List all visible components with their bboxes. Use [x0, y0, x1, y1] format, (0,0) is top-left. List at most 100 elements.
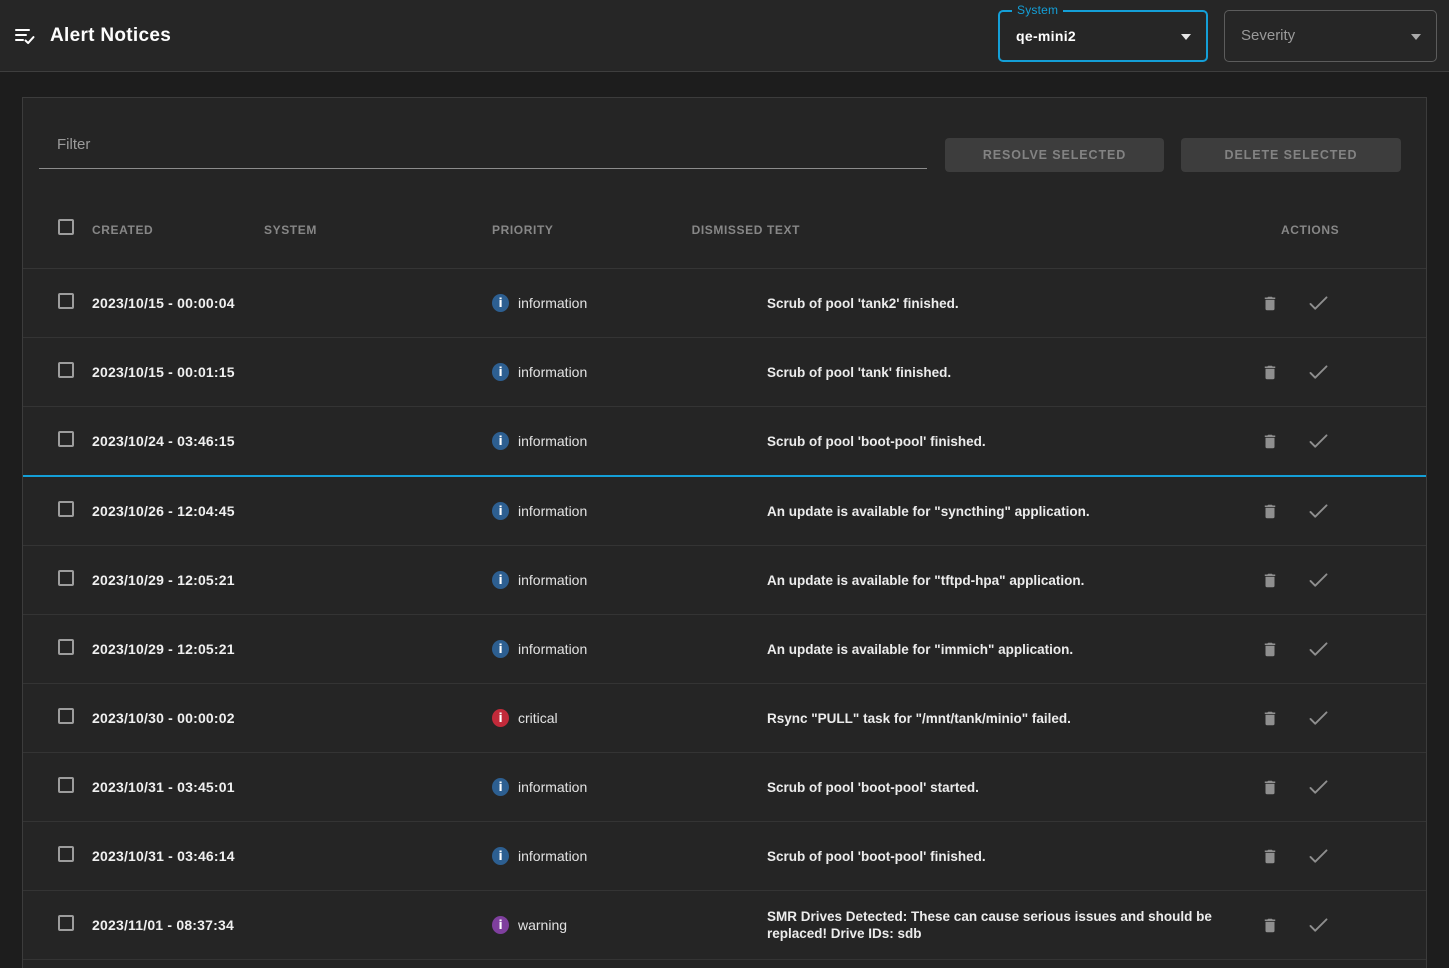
- created-cell: 2023/10/26 - 12:04:45: [92, 503, 264, 519]
- created-cell: 2023/10/29 - 12:05:21: [92, 641, 264, 657]
- actions-cell: [1253, 497, 1363, 525]
- created-cell: 2023/10/29 - 12:05:21: [92, 572, 264, 588]
- row-checkbox[interactable]: [58, 777, 74, 793]
- table-row: 2023/11/01 - 08:37:34iwarningSMR Drives …: [23, 891, 1426, 960]
- resolve-alert-button[interactable]: [1301, 704, 1335, 732]
- row-checkbox[interactable]: [58, 501, 74, 517]
- column-header-text: TEXT: [767, 223, 1281, 237]
- resolve-selected-button[interactable]: RESOLVE SELECTED: [945, 138, 1164, 172]
- row-checkbox[interactable]: [58, 915, 74, 931]
- column-header-priority: PRIORITY: [492, 223, 663, 237]
- priority-cell: iinformation: [492, 294, 663, 312]
- resolve-alert-button[interactable]: [1301, 566, 1335, 594]
- filter-input[interactable]: [39, 125, 927, 169]
- resolve-alert-button[interactable]: [1301, 497, 1335, 525]
- table-row: 2023/10/31 - 03:45:01iinformationScrub o…: [23, 753, 1426, 822]
- alert-text: Scrub of pool 'tank2' finished.: [767, 295, 1253, 312]
- resolve-alert-button[interactable]: [1301, 427, 1335, 455]
- row-checkbox[interactable]: [58, 570, 74, 586]
- delete-alert-button[interactable]: [1253, 911, 1287, 939]
- row-checkbox-cell: [58, 708, 92, 729]
- severity-select-placeholder: Severity: [1241, 27, 1295, 44]
- trash-icon: [1261, 502, 1279, 521]
- resolve-alert-button[interactable]: [1301, 773, 1335, 801]
- priority-label: information: [518, 572, 587, 588]
- column-header-system: SYSTEM: [264, 223, 492, 237]
- resolve-alert-button[interactable]: [1301, 842, 1335, 870]
- actions-cell: [1253, 289, 1363, 317]
- alert-text: An update is available for "tftpd-hpa" a…: [767, 572, 1253, 589]
- column-header-dismissed: DISMISSED: [663, 223, 767, 237]
- check-icon: [1308, 917, 1329, 934]
- delete-alert-button[interactable]: [1253, 358, 1287, 386]
- table-row: 2023/10/15 - 00:01:15iinformationScrub o…: [23, 338, 1426, 407]
- trash-icon: [1261, 432, 1279, 451]
- check-icon: [1308, 364, 1329, 381]
- trash-icon: [1261, 709, 1279, 728]
- row-checkbox[interactable]: [58, 639, 74, 655]
- delete-alert-button[interactable]: [1253, 427, 1287, 455]
- priority-cell: iwarning: [492, 916, 663, 934]
- priority-label: information: [518, 848, 587, 864]
- priority-icon: i: [492, 571, 509, 589]
- alert-text: An update is available for "syncthing" a…: [767, 503, 1253, 520]
- actions-cell: [1253, 911, 1363, 939]
- actions-cell: [1253, 773, 1363, 801]
- alert-text: Scrub of pool 'tank' finished.: [767, 364, 1253, 381]
- delete-alert-button[interactable]: [1253, 842, 1287, 870]
- row-checkbox[interactable]: [58, 362, 74, 378]
- header-selects: System qe-mini2 Severity: [998, 10, 1437, 62]
- delete-alert-button[interactable]: [1253, 497, 1287, 525]
- delete-alert-button[interactable]: [1253, 704, 1287, 732]
- created-cell: 2023/10/31 - 03:46:14: [92, 848, 264, 864]
- title-group: Alert Notices: [14, 25, 171, 47]
- table-header-row: CREATED SYSTEM PRIORITY DISMISSED TEXT A…: [23, 191, 1426, 269]
- row-checkbox-cell: [58, 501, 92, 522]
- delete-alert-button[interactable]: [1253, 289, 1287, 317]
- alerts-card: RESOLVE SELECTED DELETE SELECTED CREATED…: [22, 97, 1427, 968]
- column-header-created: CREATED: [92, 223, 264, 237]
- resolve-alert-button[interactable]: [1301, 358, 1335, 386]
- top-bar: Alert Notices System qe-mini2 Severity: [0, 0, 1449, 72]
- trash-icon: [1261, 363, 1279, 382]
- table-row: 2023/10/31 - 03:46:14iinformationScrub o…: [23, 822, 1426, 891]
- severity-select[interactable]: Severity: [1224, 10, 1437, 62]
- row-checkbox[interactable]: [58, 708, 74, 724]
- check-icon: [1308, 572, 1329, 589]
- alert-text: Scrub of pool 'boot-pool' finished.: [767, 433, 1253, 450]
- check-icon: [1308, 848, 1329, 865]
- select-all-checkbox[interactable]: [58, 219, 74, 235]
- resolve-alert-button[interactable]: [1301, 289, 1335, 317]
- system-select[interactable]: System qe-mini2: [998, 10, 1208, 62]
- trash-icon: [1261, 571, 1279, 590]
- table-row: 2023/10/26 - 12:04:45iinformationAn upda…: [23, 477, 1426, 546]
- priority-icon: i: [492, 294, 509, 312]
- alert-list-icon: [14, 25, 38, 47]
- table-row: 2023/10/24 - 03:46:15iinformationScrub o…: [23, 407, 1426, 477]
- priority-label: warning: [518, 917, 567, 933]
- row-checkbox[interactable]: [58, 293, 74, 309]
- priority-cell: iinformation: [492, 778, 663, 796]
- delete-alert-button[interactable]: [1253, 773, 1287, 801]
- resolve-alert-button[interactable]: [1301, 911, 1335, 939]
- priority-label: information: [518, 641, 587, 657]
- priority-icon: i: [492, 640, 509, 658]
- row-checkbox[interactable]: [58, 846, 74, 862]
- delete-alert-button[interactable]: [1253, 566, 1287, 594]
- row-checkbox[interactable]: [58, 431, 74, 447]
- resolve-alert-button[interactable]: [1301, 635, 1335, 663]
- priority-icon: i: [492, 709, 509, 727]
- created-cell: 2023/10/30 - 00:00:02: [92, 710, 264, 726]
- row-checkbox-cell: [58, 639, 92, 660]
- check-icon: [1308, 641, 1329, 658]
- chevron-down-icon: [1181, 34, 1191, 40]
- trash-icon: [1261, 847, 1279, 866]
- delete-alert-button[interactable]: [1253, 635, 1287, 663]
- priority-cell: iinformation: [492, 847, 663, 865]
- alert-text: SMR Drives Detected: These can cause ser…: [767, 908, 1253, 942]
- actions-cell: [1253, 704, 1363, 732]
- delete-selected-button[interactable]: DELETE SELECTED: [1181, 138, 1401, 172]
- table-row: 2023/10/29 - 12:05:21iinformationAn upda…: [23, 615, 1426, 684]
- row-checkbox-cell: [58, 293, 92, 314]
- column-header-actions: ACTIONS: [1281, 223, 1391, 237]
